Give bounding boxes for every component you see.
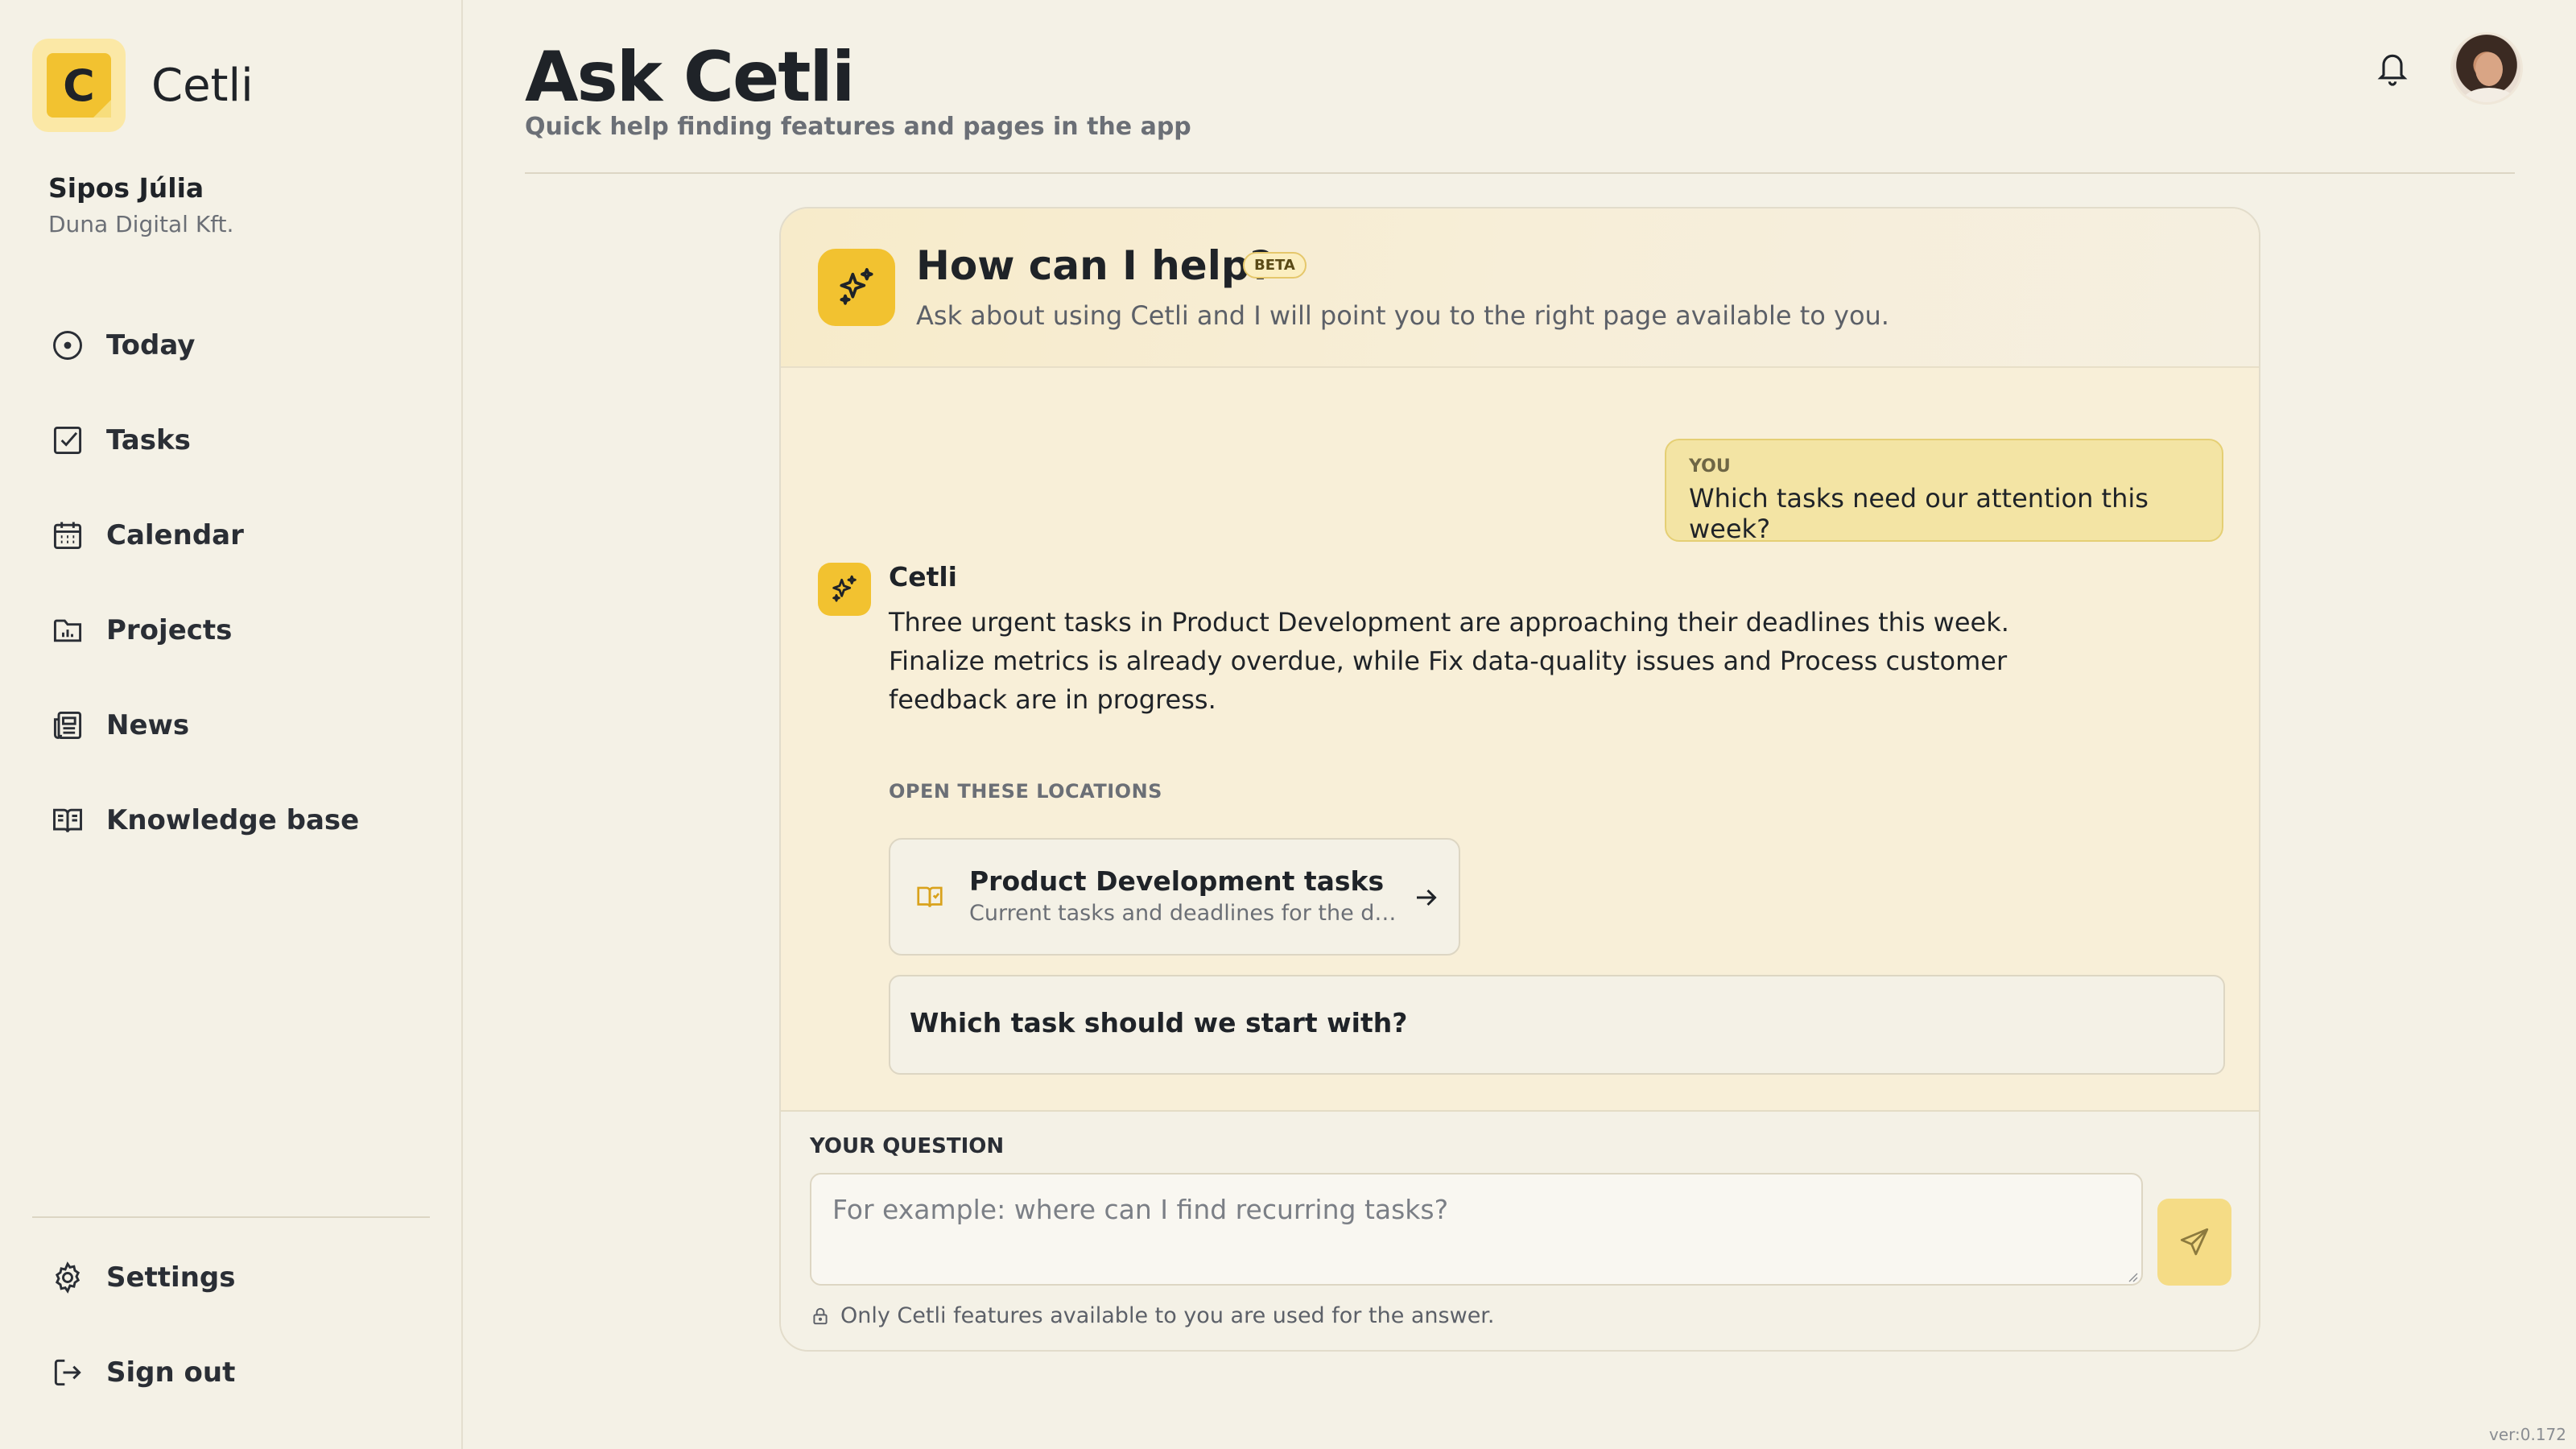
sidebar-item-label: Projects xyxy=(106,614,233,646)
sidebar-item-label: Today xyxy=(106,329,196,361)
privacy-note: Only Cetli features available to you are… xyxy=(810,1303,1495,1328)
sidebar-item-tasks[interactable]: Tasks xyxy=(50,393,436,488)
sidebar-item-label: Calendar xyxy=(106,519,244,551)
book-open-icon xyxy=(53,808,82,832)
assistant-avatar xyxy=(818,563,871,616)
newspaper-icon xyxy=(53,711,82,740)
sidebar-divider xyxy=(32,1216,430,1218)
avatar-face xyxy=(2475,52,2503,86)
assistant-card: How can I help? BETA Ask about using Cet… xyxy=(779,207,2260,1352)
conversation-area: YOU Which tasks need our attention this … xyxy=(781,369,2259,1110)
user-message-text: Which tasks need our attention this week… xyxy=(1689,483,2149,544)
main-nav: Today Tasks Calendar Projects News Knowl… xyxy=(50,298,436,868)
header-divider xyxy=(525,172,2515,174)
assistant-subtitle: Ask about using Cetli and I will point y… xyxy=(916,300,1889,331)
assistant-message-text: Three urgent tasks in Product Developmen… xyxy=(889,607,2009,715)
brand[interactable]: C Cetli xyxy=(32,39,254,132)
gear-icon xyxy=(55,1261,80,1294)
sign-out-icon xyxy=(54,1359,81,1386)
question-composer: YOUR QUESTION Only Cetli features availa… xyxy=(781,1110,2259,1350)
sidebar-item-settings[interactable]: Settings xyxy=(50,1230,436,1325)
send-icon xyxy=(2180,1228,2209,1256)
sidebar: C Cetli Sipos Júlia Duna Digital Kft. To… xyxy=(0,0,463,1449)
app-logo: C xyxy=(32,39,126,132)
beta-badge: BETA xyxy=(1243,252,1307,279)
checkbox-icon xyxy=(53,426,82,455)
user-name: Sipos Júlia xyxy=(48,172,204,204)
sidebar-item-projects[interactable]: Projects xyxy=(50,583,436,678)
privacy-note-text: Only Cetli features available to you are… xyxy=(840,1303,1495,1328)
clock-circle-icon xyxy=(53,331,82,360)
sidebar-item-label: Tasks xyxy=(106,424,191,456)
sidebar-footer-nav: Settings Sign out xyxy=(50,1230,436,1420)
user-avatar[interactable] xyxy=(2450,32,2523,105)
page-title: Ask Cetli xyxy=(525,37,855,118)
notification-bell-icon[interactable] xyxy=(2375,48,2410,87)
app-name: Cetli xyxy=(151,59,254,112)
version-label: ver:0.172 xyxy=(2488,1425,2566,1444)
resize-handle-icon[interactable] xyxy=(2127,1271,2138,1282)
lock-icon xyxy=(813,1307,828,1324)
user-message-label: YOU xyxy=(1689,456,1731,477)
assistant-name: Cetli xyxy=(889,561,957,592)
location-description: Current tasks and deadlines for the depa… xyxy=(969,901,1404,926)
sidebar-item-sign-out[interactable]: Sign out xyxy=(50,1325,436,1420)
folder-chart-icon xyxy=(53,619,82,642)
sparkles-icon xyxy=(840,267,873,305)
book-open-icon xyxy=(917,886,943,907)
sidebar-item-label: Sign out xyxy=(106,1356,236,1389)
send-button[interactable] xyxy=(2157,1199,2231,1286)
sidebar-item-today[interactable]: Today xyxy=(50,298,436,393)
logo-letter: C xyxy=(47,53,111,118)
page-subtitle: Quick help finding features and pages in… xyxy=(525,113,1191,141)
assistant-title: How can I help? xyxy=(916,242,1274,289)
suggested-question-button[interactable]: Which task should we start with? xyxy=(889,975,2225,1075)
question-label: YOUR QUESTION xyxy=(810,1134,1005,1158)
sidebar-item-label: Knowledge base xyxy=(106,804,360,836)
calendar-icon xyxy=(53,522,82,550)
sidebar-item-label: News xyxy=(106,709,190,741)
location-link-card[interactable]: Product Development tasks Current tasks … xyxy=(889,838,1460,956)
user-organization: Duna Digital Kft. xyxy=(48,211,234,237)
sidebar-item-label: Settings xyxy=(106,1261,236,1294)
question-input[interactable] xyxy=(810,1173,2143,1286)
assistant-card-header: How can I help? BETA Ask about using Cet… xyxy=(781,208,2259,368)
avatar-shoulders xyxy=(2461,88,2517,102)
sparkles-badge xyxy=(818,249,895,326)
locations-heading: OPEN THESE LOCATIONS xyxy=(889,780,1162,803)
user-message-bubble: YOU Which tasks need our attention this … xyxy=(1665,439,2223,544)
sidebar-item-news[interactable]: News xyxy=(50,678,436,773)
arrow-right-icon xyxy=(1417,889,1437,906)
location-title: Product Development tasks xyxy=(969,865,1385,897)
sidebar-item-calendar[interactable]: Calendar xyxy=(50,488,436,583)
sparkles-icon xyxy=(832,575,857,602)
sidebar-item-knowledge-base[interactable]: Knowledge base xyxy=(50,773,436,868)
